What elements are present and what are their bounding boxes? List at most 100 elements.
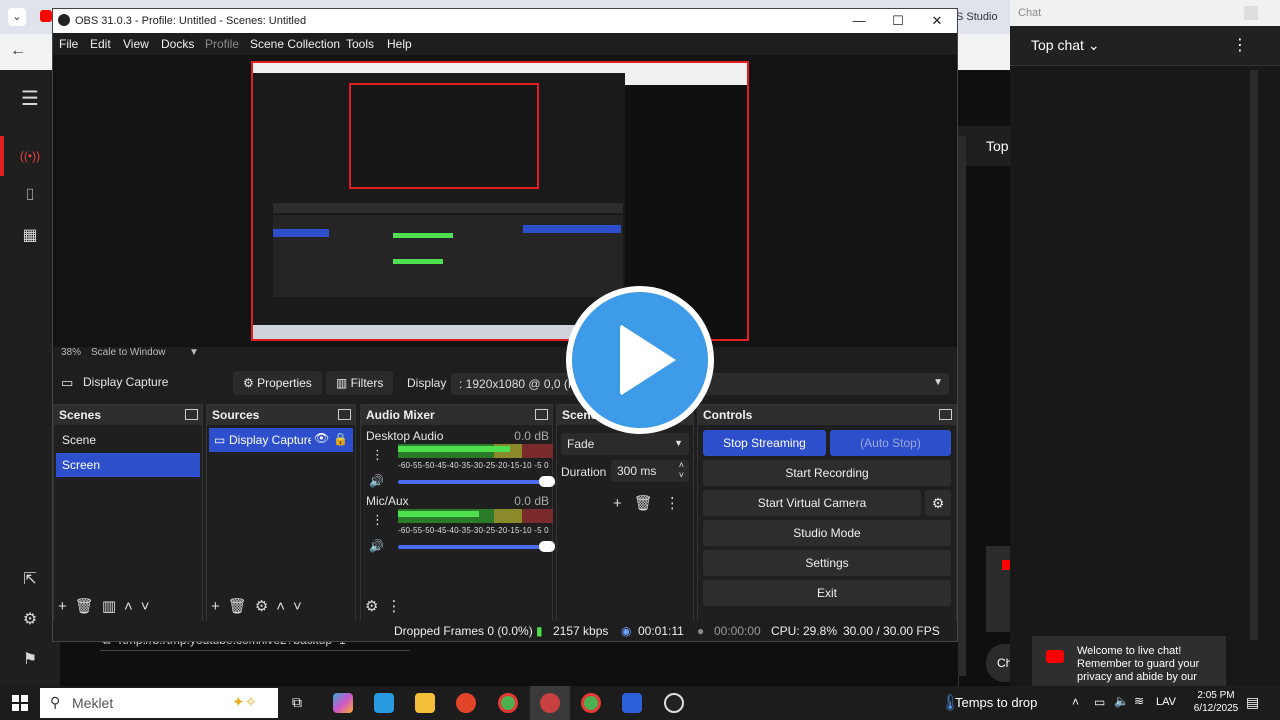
- settings-button[interactable]: Settings: [703, 550, 951, 576]
- filter-icon[interactable]: ▥: [102, 598, 124, 615]
- feedback-icon[interactable]: ⚑: [18, 648, 42, 672]
- more-icon[interactable]: ⋮: [665, 495, 692, 512]
- partial-tab-title[interactable]: S Studio: [956, 11, 998, 23]
- more-options-icon[interactable]: ⋮: [1232, 35, 1248, 55]
- hamburger-menu-icon[interactable]: ☰: [18, 87, 42, 111]
- menu-help[interactable]: Help: [387, 37, 412, 51]
- calendar-icon[interactable]: ▦: [18, 224, 42, 248]
- trash-icon[interactable]: 🗑: [634, 495, 665, 512]
- chat-scrollbar[interactable]: [1250, 70, 1258, 640]
- menu-scene-collection[interactable]: Scene Collection: [250, 37, 340, 51]
- youtube-tab-icon[interactable]: [40, 10, 52, 22]
- trash-icon[interactable]: 🗑: [228, 598, 255, 615]
- start-recording-button[interactable]: Start Recording: [703, 460, 951, 486]
- slider-knob[interactable]: [539, 476, 555, 487]
- roblox-icon[interactable]: [622, 693, 642, 713]
- exit-button[interactable]: Exit: [703, 580, 951, 606]
- duration-stepper[interactable]: 300 ms ˄ ˅: [611, 460, 689, 482]
- menu-file[interactable]: File: [59, 37, 78, 51]
- eye-icon[interactable]: 👁: [311, 431, 330, 445]
- play-button[interactable]: [566, 286, 714, 434]
- live-broadcast-icon[interactable]: ((•)): [18, 144, 42, 168]
- scale-dropdown-icon[interactable]: ▼: [189, 347, 199, 358]
- chrome-icon-2[interactable]: [581, 693, 601, 713]
- trash-icon[interactable]: 🗑: [75, 598, 102, 615]
- lock-icon[interactable]: 🔒: [333, 432, 348, 446]
- menu-tools[interactable]: Tools: [346, 37, 374, 51]
- filters-button[interactable]: ▥ Filters: [326, 371, 394, 395]
- close-icon[interactable]: ✕: [929, 13, 945, 29]
- search-placeholder: Meklet: [72, 695, 114, 711]
- mic-volume-slider[interactable]: [398, 541, 555, 552]
- virtual-camera-settings-icon[interactable]: ⚙: [925, 490, 951, 516]
- desktop-volume-slider[interactable]: [398, 476, 555, 487]
- chevron-up-icon[interactable]: ˄: [124, 598, 141, 615]
- scenes-header: Scenes: [54, 405, 202, 425]
- channel-menu-icon[interactable]: ⋮: [371, 447, 384, 463]
- popout-icon[interactable]: [338, 409, 351, 420]
- popout-icon[interactable]: [535, 409, 548, 420]
- scale-mode[interactable]: Scale to Window: [91, 347, 165, 358]
- chrome-profile-icon[interactable]: [540, 693, 560, 713]
- maximize-icon[interactable]: ☐: [890, 13, 906, 29]
- speaker-icon[interactable]: 🔊: [369, 539, 384, 553]
- taskbar-search[interactable]: ⚲ Meklet ✦✧: [40, 688, 278, 718]
- wifi-icon[interactable]: ≋: [1134, 694, 1144, 708]
- windows-start-icon[interactable]: [12, 695, 28, 711]
- back-arrow-icon[interactable]: ←: [10, 42, 26, 60]
- popout-icon[interactable]: [939, 409, 952, 420]
- battery-icon[interactable]: ▭: [1094, 695, 1105, 709]
- auto-stop-button[interactable]: (Auto Stop): [830, 430, 951, 456]
- task-view-icon[interactable]: ⧉: [292, 694, 302, 711]
- studio-mode-button[interactable]: Studio Mode: [703, 520, 951, 546]
- signal-icon: ▮: [536, 624, 543, 638]
- menu-profile[interactable]: Profile: [205, 37, 239, 51]
- more-icon[interactable]: ⋮: [386, 598, 409, 615]
- gear-icon[interactable]: ⚙: [255, 598, 276, 615]
- camera-icon[interactable]: ⌷: [18, 184, 42, 208]
- slider-knob[interactable]: [539, 541, 555, 552]
- properties-button[interactable]: ⚙ Properties: [233, 371, 322, 395]
- tab-search-icon[interactable]: ⌄: [8, 8, 26, 26]
- menu-edit[interactable]: Edit: [90, 37, 111, 51]
- add-icon[interactable]: +: [211, 598, 228, 615]
- notifications-icon[interactable]: ▤: [1246, 694, 1259, 711]
- channel-menu-icon[interactable]: ⋮: [371, 512, 384, 528]
- chevron-down-icon[interactable]: ˅: [293, 598, 310, 615]
- recorder-icon[interactable]: [456, 693, 476, 713]
- scene-item[interactable]: Scene: [56, 428, 200, 452]
- menu-docks[interactable]: Docks: [161, 37, 194, 51]
- chevron-down-icon[interactable]: ˅: [141, 598, 158, 615]
- record-icon: ●: [697, 624, 705, 638]
- copilot-icon[interactable]: [333, 693, 353, 713]
- store-icon[interactable]: [374, 693, 394, 713]
- minimize-icon[interactable]: —: [851, 13, 867, 28]
- advanced-audio-icon[interactable]: ⚙: [365, 598, 386, 615]
- top-chat-dropdown[interactable]: Top chat ⌄: [1031, 37, 1100, 54]
- export-icon[interactable]: ⇱: [18, 568, 42, 592]
- settings-gear-icon[interactable]: ⚙: [18, 608, 42, 632]
- main-scrollbar[interactable]: [958, 136, 966, 676]
- speaker-icon[interactable]: 🔊: [369, 474, 384, 488]
- language-indicator[interactable]: LAV: [1156, 696, 1176, 708]
- chevron-up-icon[interactable]: ˄: [1072, 695, 1079, 709]
- obs-taskbar-icon[interactable]: [664, 693, 684, 713]
- transition-select[interactable]: Fade ▼: [561, 433, 689, 455]
- clock[interactable]: 2:05 PM 6/12/2025: [1186, 689, 1246, 715]
- stepper-arrows-icon[interactable]: ˄ ˅: [679, 460, 684, 480]
- scene-item-selected[interactable]: Screen: [56, 453, 200, 477]
- weather-text[interactable]: Temps to drop: [955, 695, 1037, 710]
- chevron-up-icon[interactable]: ˄: [276, 598, 293, 615]
- volume-icon[interactable]: 🔈: [1114, 694, 1129, 708]
- chat-window-button[interactable]: [1244, 6, 1258, 20]
- file-explorer-icon[interactable]: [415, 693, 435, 713]
- menu-view[interactable]: View: [123, 37, 149, 51]
- start-virtual-camera-button[interactable]: Start Virtual Camera: [703, 490, 921, 516]
- source-item[interactable]: ▭ Display Capture 👁 🔒: [209, 428, 353, 452]
- stop-streaming-button[interactable]: Stop Streaming: [703, 430, 826, 456]
- add-icon[interactable]: +: [613, 495, 634, 512]
- add-icon[interactable]: +: [58, 598, 75, 615]
- chrome-icon[interactable]: [498, 693, 518, 713]
- popout-icon[interactable]: [185, 409, 198, 420]
- obs-titlebar: OBS 31.0.3 - Profile: Untitled - Scenes:…: [53, 9, 957, 33]
